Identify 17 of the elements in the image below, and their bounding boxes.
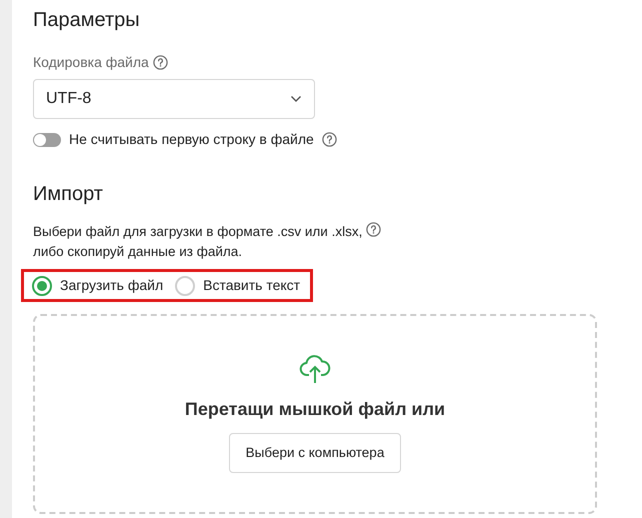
section-title: Импорт <box>33 182 104 207</box>
chevron-down-icon <box>290 95 302 103</box>
toggle-switch[interactable] <box>33 132 61 146</box>
cloud-upload-icon <box>299 354 331 384</box>
choose-file-button[interactable]: Выбери с компьютера <box>228 433 402 473</box>
help-icon[interactable] <box>152 55 168 70</box>
drop-text: Перетащи мышкой файл или <box>184 398 446 421</box>
radio-option[interactable]: Загрузить файл <box>32 275 164 296</box>
field-label: Кодировка файла <box>33 53 149 72</box>
description: Выбери файл для загрузки в формате .csv или .xlsx, либо скопируй данные из файла. <box>33 223 362 261</box>
drop-zone[interactable]: Перетащи мышкой файл или Выбери с компьютера <box>33 314 597 514</box>
toggle-label: Не считывать первую строку в файле <box>69 130 314 149</box>
help-icon[interactable] <box>322 132 337 147</box>
radio-option[interactable]: Вставить текст <box>175 275 300 296</box>
section-title: Параметры <box>33 8 141 33</box>
help-icon[interactable] <box>366 222 382 237</box>
encoding-select[interactable]: UTF-8 <box>33 79 315 119</box>
